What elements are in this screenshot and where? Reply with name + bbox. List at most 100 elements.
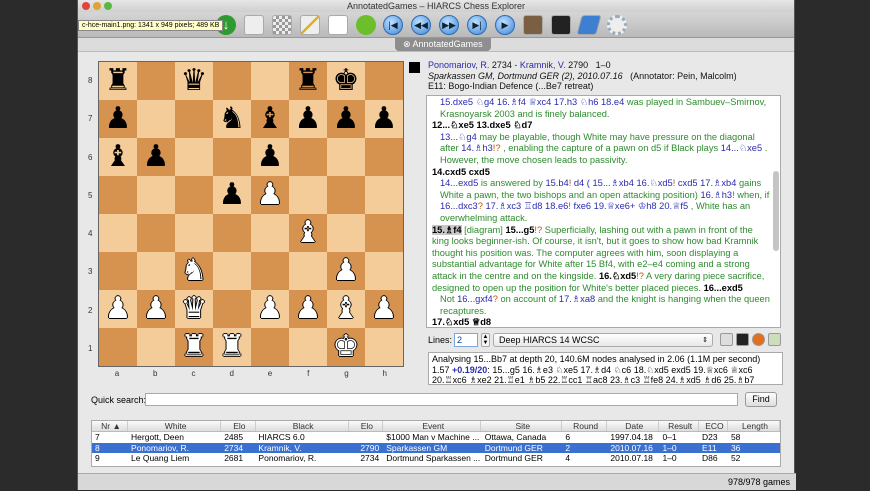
square-d8[interactable] [213, 62, 251, 100]
minimize-window-button[interactable] [93, 2, 101, 10]
white-rook-piece[interactable]: ♜ [181, 332, 208, 362]
engine-select[interactable]: Deep HIARCS 14 WCSC ⇕ [493, 333, 713, 347]
square-e3[interactable] [251, 252, 289, 290]
square-h2[interactable]: ♟ [365, 290, 403, 328]
book-icon[interactable] [576, 15, 602, 35]
square-c6[interactable] [175, 138, 213, 176]
move-text[interactable]: 15.dxe5 ♘g4 16.♗f4 ♕xc4 17.h3 ♘h6 18.e4 [440, 97, 624, 107]
square-b1[interactable] [137, 328, 175, 366]
column-header[interactable]: Length [728, 421, 780, 431]
move-text[interactable]: 14.cxd5 cxd5 [432, 167, 490, 177]
square-d7[interactable]: ♞ [213, 100, 251, 138]
white-player[interactable]: Ponomariov, R. [428, 60, 489, 70]
black-pawn-piece[interactable]: ♟ [219, 180, 246, 210]
quick-search-input[interactable] [145, 393, 738, 406]
refresh-icon[interactable] [356, 15, 376, 35]
square-g1[interactable]: ♚ [327, 328, 365, 366]
square-g5[interactable] [327, 176, 365, 214]
move-annotation[interactable]: !? [493, 143, 501, 153]
white-pawn-piece[interactable]: ♟ [333, 256, 360, 286]
move-text[interactable]: 16.♗h3 [700, 190, 732, 200]
column-header[interactable]: Event [383, 421, 482, 431]
square-h6[interactable] [365, 138, 403, 176]
square-d3[interactable] [213, 252, 251, 290]
square-e4[interactable] [251, 214, 289, 252]
chess-board[interactable]: ♜ ♛ ♜ ♚ ♟ ♞ ♝ ♟ ♟ ♟ ♝ ♟ ♟ ♟ ♟ ♝ ♞ ♟ ♟ ♟ ♛ ♟ ♟ ♝ ♟ ♜ ♜ ♚ [98, 61, 404, 367]
column-header[interactable]: Black [256, 421, 349, 431]
move-annotation[interactable]: !? [534, 225, 542, 235]
square-f4[interactable]: ♝ [289, 214, 327, 252]
table-header[interactable]: Nr ▲ White Elo Black Elo Event Site Round Date Re… [92, 421, 780, 432]
square-c5[interactable] [175, 176, 213, 214]
square-g8[interactable]: ♚ [327, 62, 365, 100]
square-d2[interactable] [213, 290, 251, 328]
engine-settings-icon[interactable] [768, 333, 781, 346]
square-a6[interactable]: ♝ [99, 138, 137, 176]
move-text[interactable]: 13...♘g4 [440, 132, 477, 142]
move-text[interactable]: fxe6 19.♕xe6+ ♔h8 20.♕f5 [571, 201, 689, 211]
white-queen-piece[interactable]: ♛ [181, 294, 208, 324]
square-b2[interactable]: ♟ [137, 290, 175, 328]
white-pawn-piece[interactable]: ♟ [143, 294, 170, 324]
square-f8[interactable]: ♜ [289, 62, 327, 100]
square-a4[interactable] [99, 214, 137, 252]
move-text[interactable]: 17.♗xc3 ♖d8 18.e6 [483, 201, 568, 211]
square-g2[interactable]: ♝ [327, 290, 365, 328]
black-rook-piece[interactable]: ♜ [105, 66, 132, 96]
square-h5[interactable] [365, 176, 403, 214]
play-button[interactable]: ▶ [495, 15, 515, 35]
black-rook-piece[interactable]: ♜ [295, 66, 322, 96]
opponent-icon[interactable] [523, 15, 543, 35]
black-pawn-piece[interactable]: ♟ [295, 104, 322, 134]
engine-box-icon[interactable] [736, 333, 749, 346]
square-b5[interactable] [137, 176, 175, 214]
white-pawn-piece[interactable]: ♟ [105, 294, 132, 324]
table-row[interactable]: 8 Ponomariov, R. 2734 Kramnik, V. 2790 Sparka… [92, 442, 780, 453]
square-g7[interactable]: ♟ [327, 100, 365, 138]
square-c8[interactable]: ♛ [175, 62, 213, 100]
black-knight-piece[interactable]: ♞ [219, 104, 246, 134]
square-a7[interactable]: ♟ [99, 100, 137, 138]
square-g6[interactable] [327, 138, 365, 176]
column-header[interactable]: Elo [349, 421, 383, 431]
back-button[interactable]: ◀◀ [411, 15, 431, 35]
move-text[interactable]: 16...dxc3 [440, 201, 478, 211]
tab-annotatedgames[interactable]: ⊗ AnnotatedGames [395, 38, 491, 51]
table-row[interactable]: 7 Hergott, Deen 2485 HIARCS 6.0 $1000 Man v … [92, 432, 780, 443]
move-text[interactable]: 14...♘xe5 [721, 143, 762, 153]
square-c2[interactable]: ♛ [175, 290, 213, 328]
move-text[interactable]: d4 ( 15...♗xb4 16.♘xd5 [571, 178, 673, 188]
square-f2[interactable]: ♟ [289, 290, 327, 328]
gear-icon[interactable] [607, 15, 627, 35]
move-text[interactable]: 12...♘xe5 13.dxe5 ♘d7 [432, 120, 532, 130]
move-text[interactable]: 16...exd5 [704, 283, 743, 293]
move-text[interactable]: 16...gxf4 [457, 294, 493, 304]
black-player[interactable]: Kramnik, V. [520, 60, 566, 70]
lines-input[interactable] [454, 333, 478, 347]
board-setup-icon[interactable] [272, 15, 292, 35]
square-h4[interactable] [365, 214, 403, 252]
square-f1[interactable] [289, 328, 327, 366]
move-text[interactable]: 15...g5 [505, 225, 534, 235]
black-bishop-piece[interactable]: ♝ [105, 142, 132, 172]
square-f7[interactable]: ♟ [289, 100, 327, 138]
move-text[interactable]: 14.♗h3 [461, 143, 493, 153]
square-h7[interactable]: ♟ [365, 100, 403, 138]
square-c3[interactable]: ♞ [175, 252, 213, 290]
notation-pane[interactable]: 15.dxe5 ♘g4 16.♗f4 ♕xc4 17.h3 ♘h6 18.e4 … [426, 95, 781, 328]
square-h8[interactable] [365, 62, 403, 100]
close-window-button[interactable] [82, 2, 90, 10]
square-g4[interactable] [327, 214, 365, 252]
black-pawn-piece[interactable]: ♟ [257, 142, 284, 172]
first-move-button[interactable]: |◀ [383, 15, 403, 35]
white-pawn-piece[interactable]: ♟ [257, 180, 284, 210]
black-pawn-piece[interactable]: ♟ [333, 104, 360, 134]
square-h1[interactable] [365, 328, 403, 366]
zoom-window-button[interactable] [104, 2, 112, 10]
square-b6[interactable]: ♟ [137, 138, 175, 176]
notepad-icon[interactable] [328, 15, 348, 35]
white-pawn-piece[interactable]: ♟ [257, 294, 284, 324]
square-b8[interactable] [137, 62, 175, 100]
games-table[interactable]: Nr ▲ White Elo Black Elo Event Site Round Date Re… [91, 420, 781, 467]
white-bishop-piece[interactable]: ♝ [295, 218, 322, 248]
